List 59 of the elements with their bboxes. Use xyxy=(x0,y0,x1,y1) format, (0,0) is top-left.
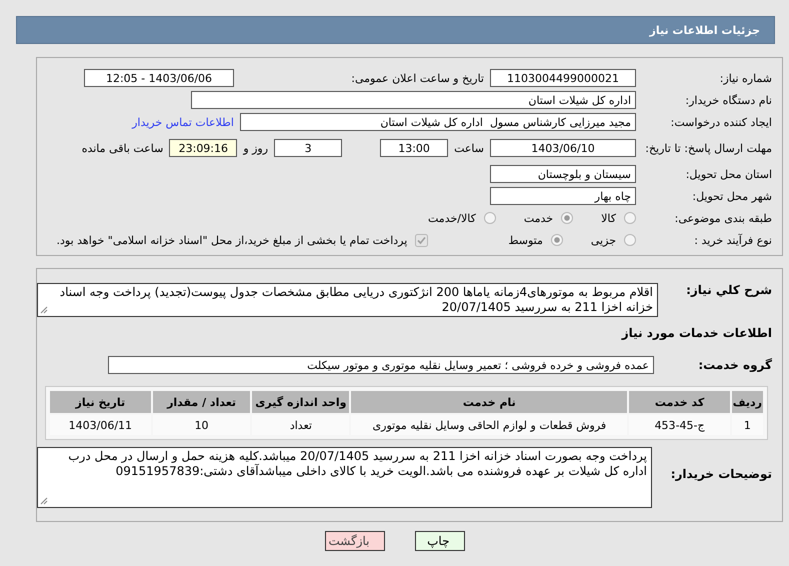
column-header: تعداد / مقدار xyxy=(152,391,250,413)
checkbox-label: پرداخت تمام یا بخشی از مبلغ خرید،از محل "اسناد خزانه اسلامی" خواهد بود. xyxy=(56,234,408,246)
text-field[interactable]: مجید میرزایی کارشناس مسول اداره کل شیلات استان xyxy=(240,113,636,131)
text-field[interactable]: سیستان و بلوچستان xyxy=(490,165,636,183)
field-label: مهلت ارسال پاسخ: تا تاریخ: xyxy=(644,140,773,156)
section-heading: اطلاعات خدمات مورد نیاز xyxy=(620,325,773,342)
text-field[interactable]: اداره کل شیلات استان xyxy=(191,91,636,109)
table-cell: فروش قطعات و لوازم الحاقی وسایل نقلیه موتوری xyxy=(351,415,628,435)
field-label: ساعت xyxy=(454,142,484,154)
radio-label: جزیی xyxy=(590,234,616,246)
field-label: ساعت باقی مانده xyxy=(82,142,164,154)
remaining-time-field: 23:09:16 xyxy=(169,139,238,157)
action-button[interactable]: چاپ xyxy=(414,531,464,551)
column-header: واحد اندازه گیری xyxy=(252,391,350,413)
field-label: گروه خدمت: xyxy=(697,358,773,372)
field-label: طبقه بندی موضوعی: xyxy=(674,212,773,224)
table-cell: 1 xyxy=(732,415,763,435)
resize-grip-icon xyxy=(40,306,48,314)
resize-grip-icon xyxy=(40,497,48,505)
text-field[interactable]: 1103004499000021 xyxy=(490,69,636,87)
radio-label: کالا xyxy=(601,212,616,224)
action-button[interactable]: بازگشت xyxy=(324,531,384,551)
radio-button[interactable] xyxy=(624,234,636,246)
field-label: روز و xyxy=(243,142,268,154)
contact-link[interactable]: اطلاعات تماس خریدار xyxy=(132,116,234,128)
time-field[interactable]: 13:00 xyxy=(380,139,448,157)
notes-textarea[interactable]: پرداخت وجه بصورت اسناد خزانه اخزا 211 به سررسید 20/07/1405 میباشد.کلیه هزینه حمل و ارسال در محل درب اداره کل شیلات بر عهده فروشنده می باشد.الویت خرید با کالای داخلی میباشدآقای دشتی:09151957839 xyxy=(37,447,652,508)
radio-button[interactable] xyxy=(484,212,496,224)
column-header: کد خدمت xyxy=(629,391,730,413)
radio-button[interactable] xyxy=(550,234,563,246)
date-field[interactable]: 1403/06/10 xyxy=(490,139,636,157)
table-cell: ج-45-453 xyxy=(629,415,730,435)
column-header: نام خدمت xyxy=(351,391,628,413)
field-label: تاریخ و ساعت اعلان عمومی: xyxy=(350,72,484,84)
radio-button[interactable] xyxy=(561,212,574,224)
days-field[interactable]: 3 xyxy=(274,139,342,157)
checkbox[interactable] xyxy=(415,234,428,246)
text-field[interactable]: عمده فروشی و خرده فروشی ؛ تعمیر وسایل نقلیه موتوری و موتور سیکلت xyxy=(108,356,654,374)
field-label: نوع فرآیند خرید : xyxy=(693,234,773,246)
description-textarea[interactable]: اقلام مربوط به موتورهای4زمانه یاماها 200 انژکتوری دریایی مطابق مشخصات جدول پیوست(تجدید) پرداخت وجه اسناد خزانه اخزا 211 به سررسید 20/07/1405 xyxy=(37,283,658,317)
field-label: شرح کلي نياز: xyxy=(685,283,773,297)
field-label: توضیحات خریدار: xyxy=(670,466,773,481)
column-header: تاریخ نیاز xyxy=(50,391,151,413)
table-cell: 1403/06/11 xyxy=(50,415,151,435)
page-header: جزئیات اطلاعات نیاز xyxy=(16,16,775,44)
text-field[interactable]: 1403/06/06 - 12:05 xyxy=(84,69,234,87)
radio-button[interactable] xyxy=(624,212,636,224)
text-field[interactable]: چاه بهار xyxy=(490,187,636,205)
radio-label: متوسط xyxy=(508,234,543,246)
field-label: شهر محل تحویل: xyxy=(691,190,773,202)
column-header: ردیف xyxy=(732,391,763,413)
field-label: نام دستگاه خریدار: xyxy=(684,94,773,106)
table-cell: تعداد xyxy=(252,415,350,435)
field-label: استان محل تحویل: xyxy=(684,168,773,180)
field-label: شماره نیاز: xyxy=(718,72,773,84)
radio-label: کالا/خدمت xyxy=(428,212,476,224)
radio-label: خدمت xyxy=(524,212,554,224)
field-label: ایجاد کننده درخواست: xyxy=(670,116,773,128)
table-cell: 10 xyxy=(152,415,250,435)
